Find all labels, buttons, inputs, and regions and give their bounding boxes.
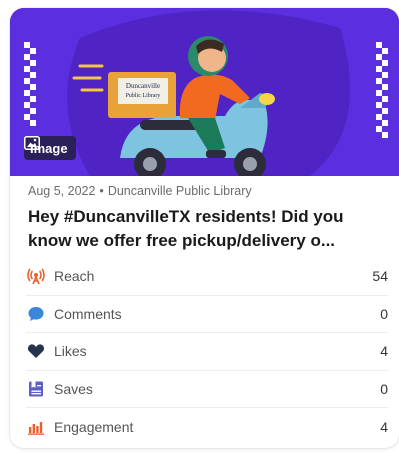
metric-label: Likes <box>54 343 87 360</box>
saves-icon <box>26 380 46 398</box>
metric-label: Saves <box>54 380 93 397</box>
post-meta: Aug 5, 2022 • Duncanville Public Library <box>28 184 252 198</box>
post-title-line1: Hey #DuncanvilleTX residents! Did you <box>28 207 344 226</box>
box-text-line1: Duncanville <box>126 82 160 90</box>
reach-icon <box>26 267 46 285</box>
metric-label: Reach <box>54 268 95 285</box>
media-type-badge: Image <box>24 136 76 160</box>
metric-row-engagement: Engagement 4 <box>26 408 388 446</box>
metric-row-likes: Likes 4 <box>26 333 388 371</box>
metric-label: Engagement <box>54 418 134 435</box>
metric-row-comments: Comments 0 <box>26 296 388 333</box>
metric-value: 54 <box>372 268 388 285</box>
comments-icon <box>26 305 46 323</box>
meta-separator: • <box>99 184 104 198</box>
metric-row-saves: Saves 0 <box>26 371 388 408</box>
metric-value: 0 <box>380 305 388 322</box>
box-text-line2: Public Library <box>126 93 161 99</box>
metric-row-reach: Reach 54 <box>26 258 388 296</box>
likes-icon <box>26 342 46 360</box>
post-title-line2: know we offer free pickup/delivery o... <box>28 231 336 250</box>
metric-value: 0 <box>380 380 388 397</box>
post-date: Aug 5, 2022 <box>28 184 96 198</box>
post-card[interactable]: Duncanville Public Library Image Aug 5, … <box>10 8 399 448</box>
image-icon <box>24 136 40 150</box>
post-image[interactable]: Duncanville Public Library Image <box>10 8 399 176</box>
metric-value: 4 <box>380 343 388 360</box>
metrics-list: Reach 54 Comments 0 Likes 4 Saves 0 Enga… <box>26 258 388 446</box>
engagement-icon <box>26 418 46 436</box>
post-title[interactable]: Hey #DuncanvilleTX residents! Did you kn… <box>28 205 390 253</box>
metric-value: 4 <box>380 418 388 435</box>
post-source: Duncanville Public Library <box>107 184 252 198</box>
metric-label: Comments <box>54 305 122 322</box>
